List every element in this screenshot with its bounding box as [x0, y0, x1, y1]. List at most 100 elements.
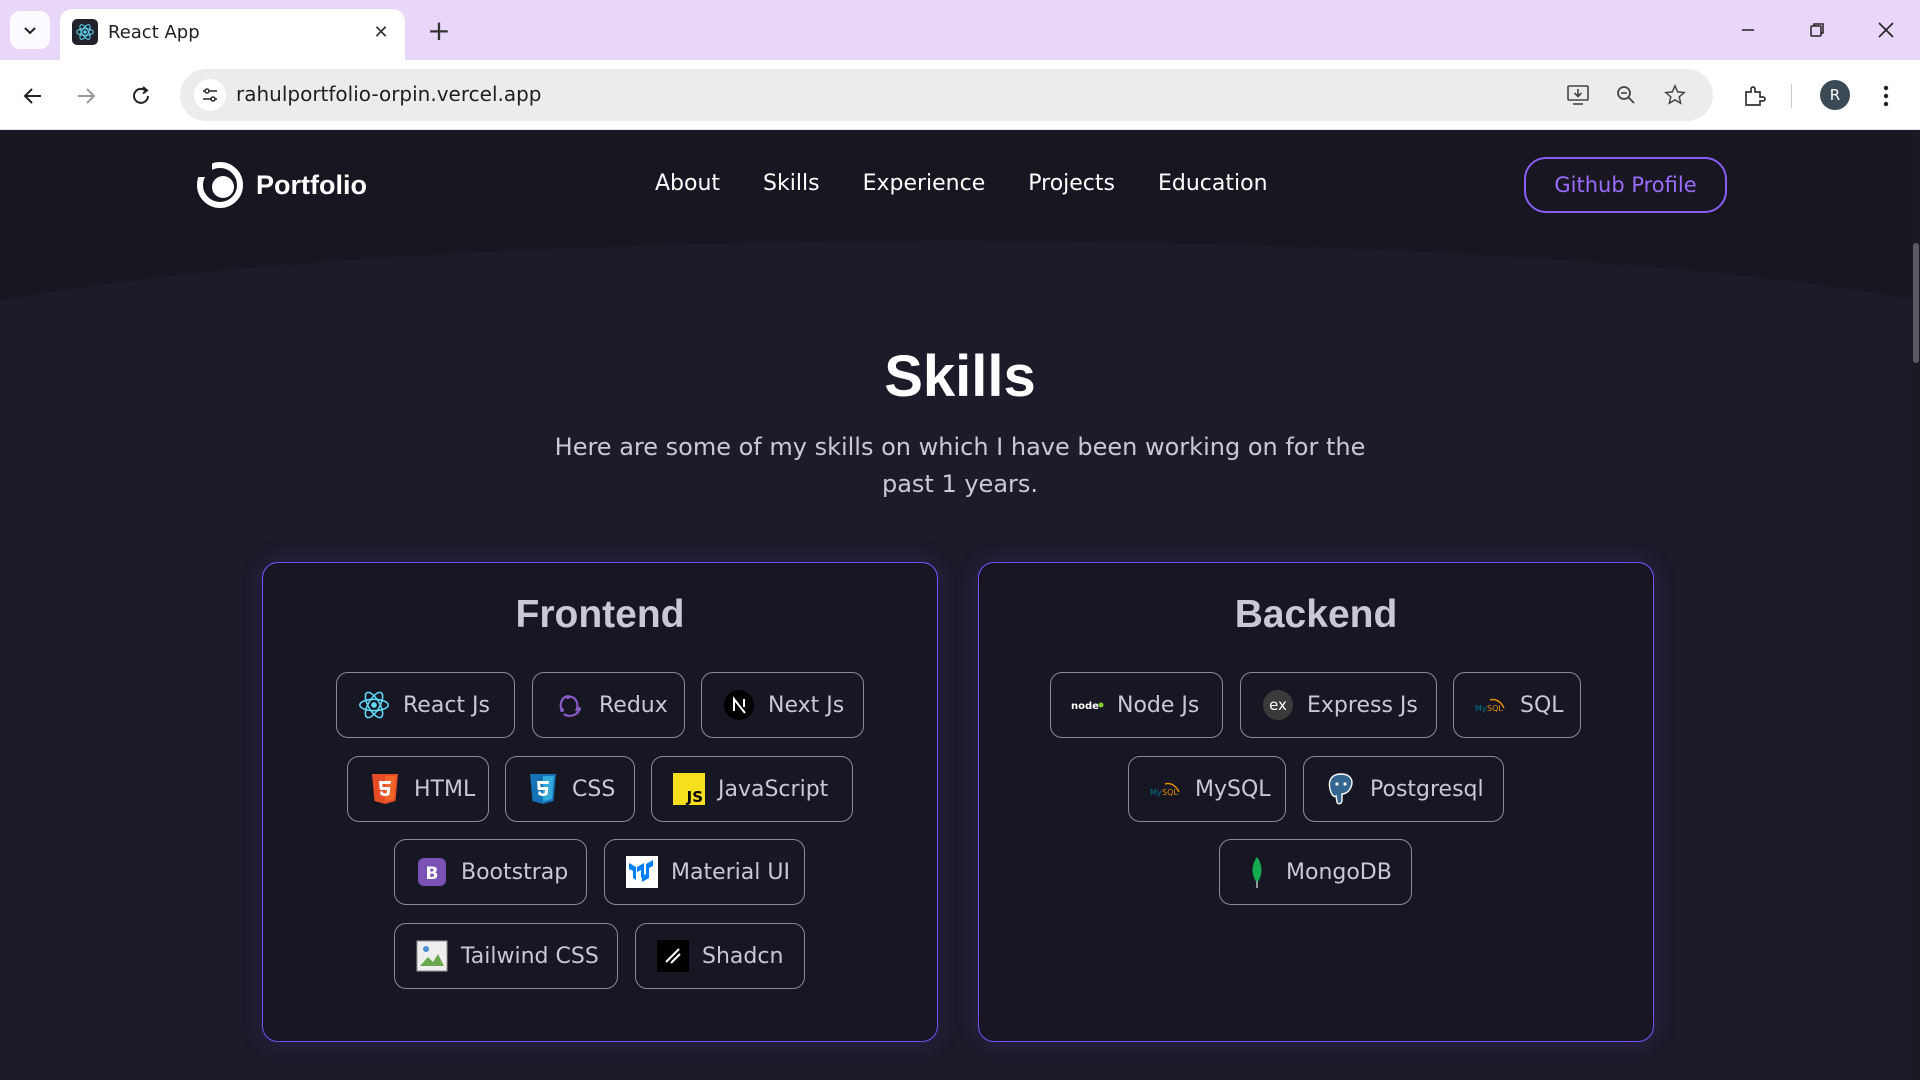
react-icon — [357, 688, 391, 722]
skill-label: Express Js — [1307, 692, 1418, 718]
back-arrow-icon[interactable] — [13, 76, 53, 116]
svg-text:B: B — [426, 864, 439, 884]
skill-label: CSS — [572, 776, 616, 802]
frontend-skills-card: Frontend React Js Redux Next Js HTML CSS… — [262, 562, 938, 1042]
extensions-icon[interactable] — [1734, 76, 1774, 116]
svg-text:node: node — [1071, 701, 1099, 712]
skill-label: SQL — [1520, 692, 1564, 718]
github-profile-button[interactable]: Github Profile — [1524, 157, 1727, 213]
tab-search-button[interactable] — [10, 11, 50, 49]
html5-icon — [368, 772, 402, 806]
nav-link-skills[interactable]: Skills — [763, 171, 820, 196]
restore-icon[interactable] — [1795, 10, 1839, 50]
minimize-icon[interactable] — [1726, 10, 1770, 50]
skill-chip-react: React Js — [336, 672, 515, 738]
new-tab-icon[interactable]: + — [424, 12, 454, 48]
css3-icon — [526, 772, 560, 806]
site-logo[interactable]: Portfolio — [196, 161, 367, 209]
skill-chip-postgresql: Postgresql — [1303, 756, 1504, 822]
skill-label: MongoDB — [1286, 859, 1392, 885]
skill-label: JavaScript — [718, 776, 829, 802]
close-window-icon[interactable] — [1864, 10, 1908, 50]
skill-chip-shadcn: Shadcn — [635, 923, 805, 989]
postgresql-icon — [1324, 772, 1358, 806]
skill-label: MySQL — [1195, 776, 1271, 802]
browser-toolbar: rahulportfolio-orpin.vercel.app R — [0, 60, 1920, 130]
reload-icon[interactable] — [121, 76, 161, 116]
logo-text: Portfolio — [256, 169, 367, 200]
skill-chip-javascript: JS JavaScript — [651, 756, 853, 822]
browser-menu-icon[interactable] — [1866, 76, 1906, 116]
mysql-icon: My SQL — [1149, 772, 1183, 806]
nav-link-experience[interactable]: Experience — [863, 171, 986, 196]
skill-chip-tailwind: Tailwind CSS — [394, 923, 618, 989]
address-bar[interactable]: rahulportfolio-orpin.vercel.app — [180, 69, 1713, 121]
svg-text:My: My — [1475, 704, 1487, 713]
chevron-down-icon — [24, 27, 36, 35]
nextjs-icon — [722, 688, 756, 722]
skill-label: Bootstrap — [461, 859, 569, 885]
skill-chip-mongodb: MongoDB — [1219, 839, 1412, 905]
svg-text:SQL: SQL — [1487, 704, 1503, 713]
card-title-backend: Backend — [1234, 593, 1398, 636]
install-app-icon[interactable] — [1564, 81, 1592, 109]
skill-label: HTML — [414, 776, 476, 802]
page-scrollbar[interactable] — [1912, 131, 1920, 1080]
skill-chip-bootstrap: B Bootstrap — [394, 839, 587, 905]
material-ui-icon — [625, 855, 659, 889]
forward-arrow-icon[interactable] — [66, 76, 106, 116]
skill-chip-redux: Redux — [532, 672, 685, 738]
skill-chip-nodejs: node Node Js — [1050, 672, 1223, 738]
svg-text:ex: ex — [1269, 696, 1287, 714]
skill-chip-mysql: My SQL MySQL — [1128, 756, 1286, 822]
skill-label: Shadcn — [702, 943, 784, 969]
svg-text:My: My — [1150, 788, 1162, 797]
scrollbar-thumb[interactable] — [1913, 243, 1919, 363]
skill-chip-nextjs: Next Js — [701, 672, 864, 738]
skill-label: Node Js — [1117, 692, 1200, 718]
backend-skills-card: Backend node Node Js ex Express Js My SQL… — [978, 562, 1654, 1042]
skill-label: Material UI — [671, 859, 790, 885]
nav-link-projects[interactable]: Projects — [1028, 171, 1115, 196]
redux-icon — [553, 688, 587, 722]
mysql-icon: My SQL — [1474, 688, 1508, 722]
skill-chip-html: HTML — [347, 756, 489, 822]
skill-chip-css: CSS — [505, 756, 635, 822]
browser-tab[interactable]: React App ✕ — [60, 9, 405, 60]
webpage: Portfolio About Skills Experience Projec… — [0, 131, 1920, 1080]
tab-title: React App — [108, 22, 200, 43]
nav-link-about[interactable]: About — [655, 171, 720, 196]
express-icon: ex — [1261, 688, 1295, 722]
site-navbar: Portfolio About Skills Experience Projec… — [0, 131, 1920, 241]
section-title: Skills — [884, 344, 1036, 409]
nav-link-education[interactable]: Education — [1158, 171, 1268, 196]
skill-chip-express: ex Express Js — [1240, 672, 1437, 738]
url-text[interactable]: rahulportfolio-orpin.vercel.app — [236, 82, 542, 106]
skill-label: Next Js — [768, 692, 845, 718]
javascript-icon: JS — [672, 772, 706, 806]
svg-text:SQL: SQL — [1162, 788, 1178, 797]
react-favicon-icon — [72, 19, 98, 45]
portfolio-logo-icon — [196, 161, 243, 208]
skill-label: React Js — [403, 692, 490, 718]
toolbar-divider — [1791, 84, 1792, 108]
site-info-icon[interactable] — [194, 79, 226, 111]
close-tab-icon[interactable]: ✕ — [369, 20, 393, 44]
skill-label: Tailwind CSS — [461, 943, 599, 969]
bootstrap-icon: B — [415, 855, 449, 889]
profile-avatar[interactable]: R — [1820, 80, 1850, 110]
browser-tab-strip: React App ✕ + — [0, 0, 1920, 60]
mongodb-icon — [1240, 855, 1274, 889]
skill-chip-sql: My SQL SQL — [1453, 672, 1581, 738]
broken-image-icon — [415, 939, 449, 973]
section-description: Here are some of my skills on which I ha… — [554, 433, 1366, 498]
zoom-icon[interactable] — [1612, 81, 1640, 109]
svg-text:JS: JS — [686, 788, 703, 805]
skill-label: Postgresql — [1370, 776, 1484, 802]
bookmark-star-icon[interactable] — [1661, 81, 1689, 109]
card-title-frontend: Frontend — [515, 593, 685, 636]
shadcn-icon — [656, 939, 690, 973]
site-nav-links: About Skills Experience Projects Educati… — [655, 171, 1268, 196]
skill-chip-material-ui: Material UI — [604, 839, 805, 905]
nodejs-icon: node — [1071, 688, 1105, 722]
